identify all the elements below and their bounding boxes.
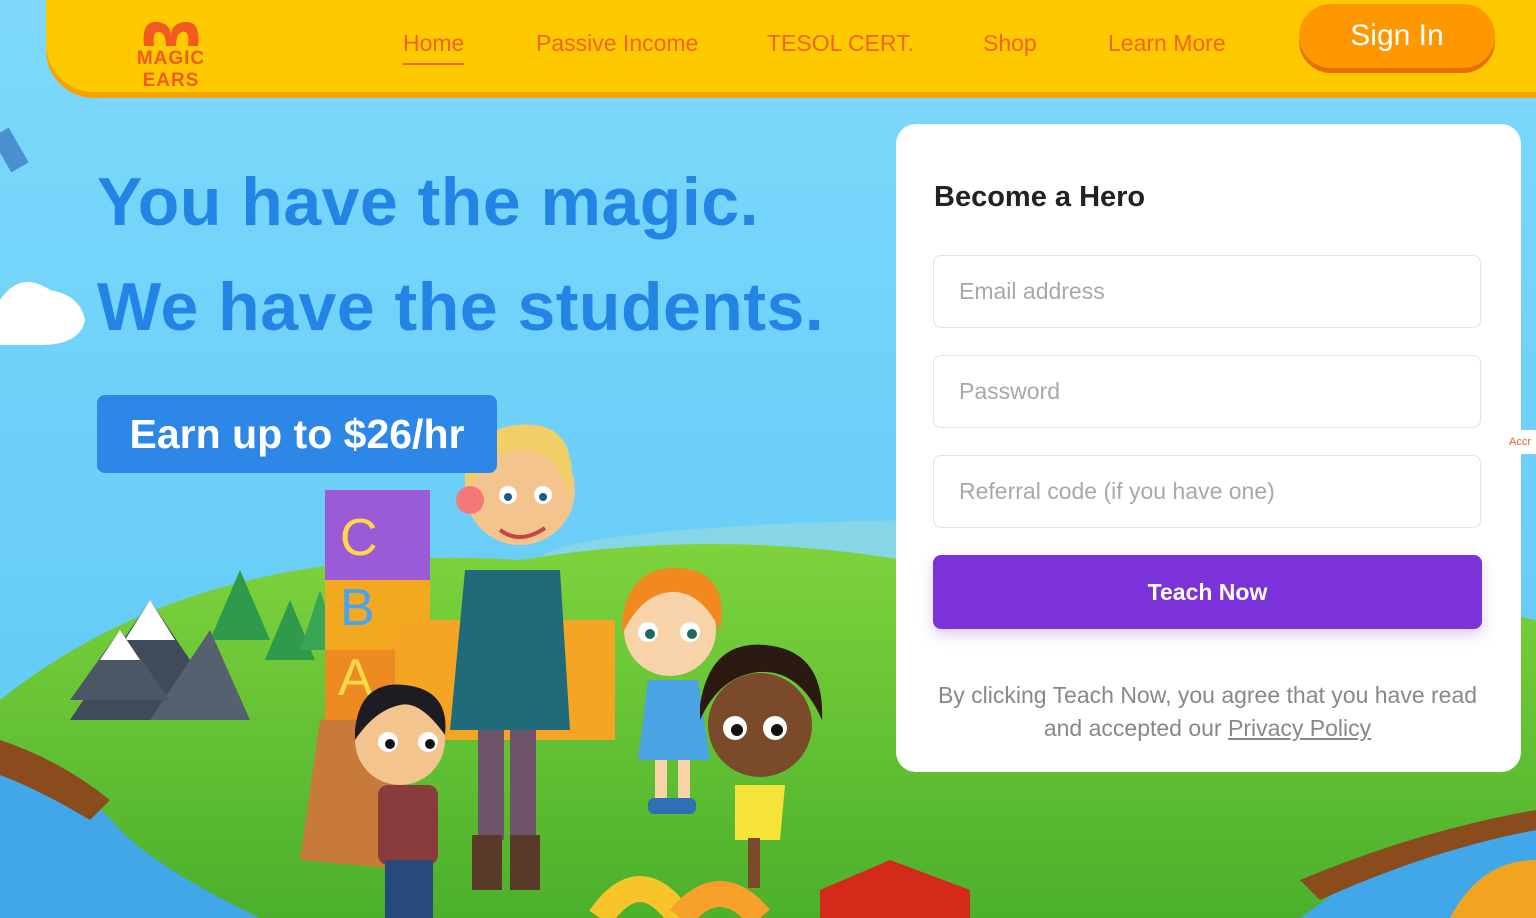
earnings-badge: Earn up to $26/hr — [97, 395, 497, 473]
nav-home[interactable]: Home — [403, 30, 465, 65]
teach-now-button[interactable]: Teach Now — [933, 555, 1482, 629]
terms-disclaimer: By clicking Teach Now, you agree that yo… — [933, 679, 1482, 745]
signup-card: Become a Hero Teach Now By clicking Teac… — [896, 124, 1521, 772]
top-nav-bar: MAGIC EARS Home Passive Income TESOL CER… — [46, 0, 1536, 92]
svg-text:B: B — [340, 579, 375, 637]
hero-headline-line2: We have the students. — [97, 269, 825, 345]
side-accessibility-tab[interactable]: Accr — [1506, 430, 1536, 454]
password-field-wrapper — [933, 355, 1481, 428]
disclaimer-text: By clicking Teach Now, you agree that yo… — [937, 682, 1478, 741]
nav-shop[interactable]: Shop — [983, 30, 1037, 57]
referral-field-wrapper — [933, 455, 1481, 528]
form-title: Become a Hero — [934, 181, 1146, 213]
email-field-wrapper — [933, 255, 1481, 328]
logo-icon — [143, 21, 199, 46]
email-field[interactable] — [934, 256, 1480, 327]
sign-in-button[interactable]: Sign In — [1299, 4, 1495, 68]
privacy-policy-link[interactable]: Privacy Policy — [1228, 715, 1371, 741]
password-field[interactable] — [934, 356, 1480, 427]
hero-headline-line1: You have the magic. — [97, 164, 759, 240]
logo-text: MAGIC EARS — [136, 48, 206, 91]
nav-learn-more[interactable]: Learn More — [1108, 30, 1226, 57]
referral-code-field[interactable] — [934, 456, 1480, 527]
magic-ears-logo[interactable]: MAGIC EARS — [106, 12, 236, 91]
nav-tesol-cert[interactable]: TESOL CERT. — [767, 30, 914, 57]
svg-text:C: C — [340, 509, 378, 567]
nav-passive-income[interactable]: Passive Income — [536, 30, 698, 57]
